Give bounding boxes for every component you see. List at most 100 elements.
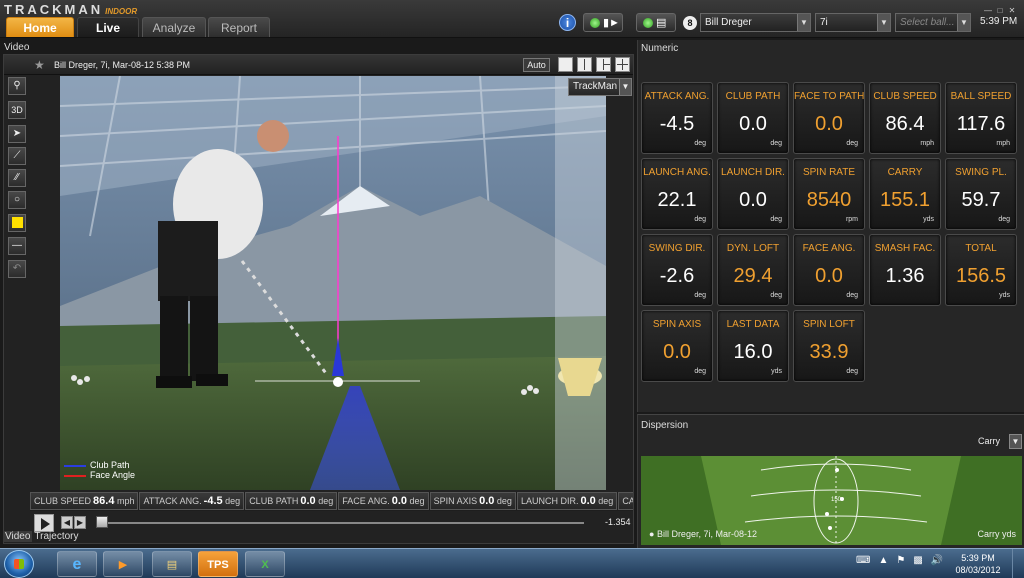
metric-tile-smash-fac[interactable]: SMASH FAC. 1.36 bbox=[869, 234, 941, 306]
metric-tile-launch-dir[interactable]: LAUNCH DIR. 0.0 deg bbox=[717, 158, 789, 230]
tab-video[interactable]: Video bbox=[3, 531, 33, 542]
metric-tile-ball-speed[interactable]: BALL SPEED 117.6 mph bbox=[945, 82, 1017, 154]
legend-face-angle: Face Angle bbox=[64, 470, 135, 480]
readout-launch-dir: LAUNCH DIR. 0.0 deg bbox=[516, 492, 618, 510]
metric-tile-club-speed[interactable]: CLUB SPEED 86.4 mph bbox=[869, 82, 941, 154]
metric-unit: yds bbox=[771, 368, 782, 375]
step-back-icon[interactable]: ◀ bbox=[61, 516, 73, 529]
video-source-select[interactable]: TrackMan ▼ bbox=[568, 78, 632, 96]
play-icon[interactable] bbox=[34, 514, 54, 532]
numeric-section-label: Numeric bbox=[641, 43, 679, 54]
metric-unit: rpm bbox=[845, 216, 858, 223]
readout-spin-axis: SPIN AXIS 0.0 deg bbox=[429, 492, 516, 510]
maximize-icon[interactable]: □ bbox=[994, 6, 1006, 16]
metric-tile-dyn-loft[interactable]: DYN. LOFT 29.4 deg bbox=[717, 234, 789, 306]
timeline-thumb[interactable] bbox=[96, 516, 108, 528]
chevron-down-icon: ▼ bbox=[877, 14, 890, 31]
auto-button[interactable]: Auto bbox=[523, 58, 550, 72]
timeline-track[interactable] bbox=[100, 522, 584, 524]
color-swatch-icon[interactable] bbox=[8, 214, 26, 232]
file-explorer-icon[interactable]: ▤ bbox=[152, 551, 192, 577]
metric-unit: deg bbox=[846, 368, 858, 375]
parallel-lines-icon[interactable]: ∕∕ bbox=[8, 169, 26, 187]
3d-view-button[interactable]: 3D bbox=[8, 101, 26, 119]
radar-icon: ▮► bbox=[603, 17, 620, 29]
readout-club-speed: CLUB SPEED 86.4 mph bbox=[30, 492, 139, 510]
taskbar-clock[interactable]: 5:39 PM 08/03/2012 bbox=[952, 552, 1004, 576]
close-icon[interactable]: ✕ bbox=[1006, 6, 1018, 16]
step-forward-icon[interactable]: ▶ bbox=[74, 516, 86, 529]
chevron-down-icon: ▼ bbox=[1009, 434, 1022, 449]
swing-video[interactable]: Club Path Face Angle bbox=[60, 76, 606, 490]
media-player-icon[interactable]: ▶ bbox=[103, 551, 143, 577]
playback-bar: ◀ ▶ -1.354 bbox=[30, 513, 633, 533]
metric-tile-swing-dir[interactable]: SWING DIR. -2.6 deg bbox=[641, 234, 713, 306]
info-icon[interactable]: i bbox=[559, 14, 576, 31]
legend-club-path: Club Path bbox=[64, 460, 135, 470]
metric-label: CLUB SPEED bbox=[873, 91, 937, 102]
tab-live[interactable]: Live bbox=[77, 17, 139, 37]
volume-icon[interactable]: 🔊 bbox=[931, 555, 943, 566]
metric-tile-spin-loft[interactable]: SPIN LOFT 33.9 deg bbox=[793, 310, 865, 382]
pointer-icon[interactable]: ➤ bbox=[8, 125, 26, 143]
ball-select[interactable]: Select ball... ▼ bbox=[895, 13, 971, 32]
radar-device-button[interactable]: ▮► bbox=[583, 13, 623, 32]
metric-tile-spin-rate[interactable]: SPIN RATE 8540 rpm bbox=[793, 158, 865, 230]
line-tool-icon[interactable]: ⟋ bbox=[8, 147, 26, 165]
layout-two-columns-icon[interactable] bbox=[577, 57, 592, 72]
metric-label: CARRY bbox=[887, 167, 923, 178]
taskbar-date: 08/03/2012 bbox=[955, 565, 1001, 575]
metric-tile-swing-pl[interactable]: SWING PL. 59.7 deg bbox=[945, 158, 1017, 230]
metric-tile-attack-ang[interactable]: ATTACK ANG. -4.5 deg bbox=[641, 82, 713, 154]
excel-icon[interactable]: X bbox=[245, 551, 285, 577]
video-title: Bill Dreger, 7i, Mar-08-12 5:38 PM bbox=[54, 60, 191, 70]
tab-trajectory[interactable]: Trajectory bbox=[34, 531, 78, 542]
video-section-label: Video bbox=[4, 42, 30, 53]
metric-unit: deg bbox=[998, 216, 1010, 223]
metric-label: ATTACK ANG. bbox=[644, 91, 710, 102]
metric-value: 0.0 bbox=[739, 189, 767, 211]
metric-label: SWING PL. bbox=[955, 167, 1007, 178]
layout-single-icon[interactable] bbox=[558, 57, 573, 72]
metric-tile-face-to-path[interactable]: FACE TO PATH 0.0 deg bbox=[793, 82, 865, 154]
tps-app-button[interactable]: TPS bbox=[198, 551, 238, 577]
layout-three-icon[interactable] bbox=[596, 57, 611, 72]
horizontal-line-icon[interactable]: — bbox=[8, 237, 26, 255]
metric-tile-club-path[interactable]: CLUB PATH 0.0 deg bbox=[717, 82, 789, 154]
arrow-up-icon[interactable]: ▲ bbox=[878, 555, 888, 566]
player-select[interactable]: Bill Dreger ▼ bbox=[700, 13, 811, 32]
dispersion-mode-select[interactable]: Carry ▼ bbox=[976, 434, 1022, 450]
display-icon[interactable]: ▩ bbox=[913, 555, 922, 566]
undo-icon[interactable]: ↶ bbox=[8, 260, 26, 278]
club-select[interactable]: 7i ▼ bbox=[815, 13, 891, 32]
internet-explorer-icon[interactable]: e bbox=[57, 551, 97, 577]
metric-tile-face-ang[interactable]: FACE ANG. 0.0 deg bbox=[793, 234, 865, 306]
camera-device-button[interactable]: ▤ bbox=[636, 13, 676, 32]
minimize-icon[interactable]: — bbox=[982, 6, 994, 16]
trackman-window: — □ ✕ TRACKMAN INDOOR Home Live Analyze Rep… bbox=[0, 0, 1024, 578]
metric-tile-spin-axis[interactable]: SPIN AXIS 0.0 deg bbox=[641, 310, 713, 382]
flag-icon[interactable]: ⚑ bbox=[896, 555, 905, 566]
metric-tile-total[interactable]: TOTAL 156.5 yds bbox=[945, 234, 1017, 306]
metric-tile-launch-ang[interactable]: LAUNCH ANG. 22.1 deg bbox=[641, 158, 713, 230]
readout-carry: CARRY bbox=[618, 492, 633, 510]
dispersion-map[interactable]: 150 ● Bill Dreger, 7i, Mar-08-12 Carry y… bbox=[641, 456, 1022, 545]
metric-tile-carry[interactable]: CARRY 155.1 yds bbox=[869, 158, 941, 230]
star-icon[interactable]: ★ bbox=[34, 58, 45, 72]
show-desktop-button[interactable] bbox=[1012, 549, 1024, 578]
metric-value: 155.1 bbox=[879, 189, 931, 211]
bottom-tabs: Video Trajectory bbox=[3, 531, 81, 544]
metric-unit: yds bbox=[999, 292, 1010, 299]
metric-tile-last-data[interactable]: LAST DATA 16.0 yds bbox=[717, 310, 789, 382]
tab-analyze[interactable]: Analyze bbox=[142, 17, 206, 37]
windows-start-icon[interactable] bbox=[4, 550, 34, 578]
readout-face-angle: FACE ANG. 0.0 deg bbox=[338, 492, 429, 510]
layout-grid-icon[interactable] bbox=[615, 57, 630, 72]
keyboard-icon[interactable]: ⌨ bbox=[856, 555, 870, 566]
drawing-toolbar: ⚲ 3D ➤ ⟋ ∕∕ ○ — ↶ bbox=[8, 77, 26, 491]
circle-tool-icon[interactable]: ○ bbox=[8, 191, 26, 209]
tab-report[interactable]: Report bbox=[208, 17, 270, 37]
tab-home[interactable]: Home bbox=[6, 17, 74, 37]
zoom-icon[interactable]: ⚲ bbox=[8, 77, 26, 95]
status-led-icon bbox=[643, 18, 653, 28]
